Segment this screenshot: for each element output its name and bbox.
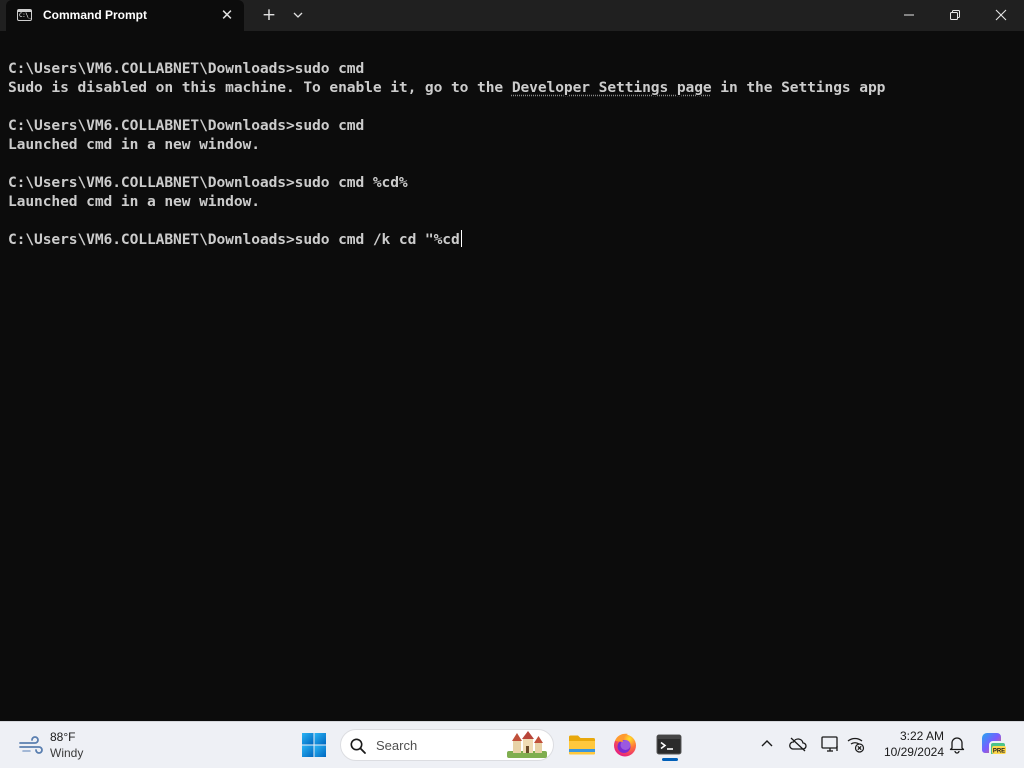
title-bar[interactable]: C:\_ Command Prompt ✕ + (0, 0, 1024, 31)
file-explorer-icon (569, 735, 595, 755)
terminal-line: Launched cmd in a new window. (8, 136, 260, 153)
weather-widget[interactable]: 88°F Windy (14, 728, 124, 762)
terminal-output[interactable]: C:\Users\VM6.COLLABNET\Downloads>sudo cm… (0, 31, 1024, 721)
firefox-button[interactable] (608, 728, 642, 762)
active-app-indicator (662, 758, 678, 761)
firefox-icon (614, 733, 636, 757)
terminal-icon (656, 734, 682, 755)
search-box[interactable]: Search (340, 729, 554, 761)
text-cursor (460, 230, 462, 247)
file-explorer-button[interactable] (565, 728, 599, 762)
close-button[interactable] (978, 0, 1024, 31)
start-button[interactable] (297, 728, 331, 762)
minimize-icon (904, 14, 914, 16)
chevron-down-icon[interactable] (288, 5, 308, 25)
search-highlight-castle-icon (507, 731, 547, 758)
restore-icon (950, 10, 960, 20)
terminal-line: C:\Users\VM6.COLLABNET\Downloads>sudo cm… (8, 117, 365, 134)
tab-close-icon[interactable]: ✕ (218, 6, 236, 24)
windows-start-icon (302, 733, 326, 757)
weather-temperature: 88°F (50, 730, 76, 744)
terminal-line: Launched cmd in a new window. (8, 193, 260, 210)
restore-button[interactable] (932, 0, 978, 31)
new-tab-button[interactable]: + (258, 5, 280, 25)
terminal-input-line[interactable]: C:\Users\VM6.COLLABNET\Downloads>sudo cm… (8, 230, 462, 249)
search-label: Search (376, 738, 418, 753)
developer-settings-link[interactable]: Developer Settings page (512, 79, 712, 96)
search-icon (350, 738, 366, 754)
wind-icon (19, 736, 43, 754)
taskbar: 88°F Windy Search (0, 721, 1024, 768)
close-icon (995, 9, 1007, 21)
tab-title: Command Prompt (43, 8, 148, 22)
terminal-button[interactable] (652, 728, 686, 762)
minimize-button[interactable] (886, 0, 932, 31)
command-prompt-icon: C:\_ (17, 9, 32, 21)
command-prompt-window: C:\_ Command Prompt ✕ + C:\Users\VM6.COL… (0, 0, 1024, 721)
tab-command-prompt[interactable]: C:\_ Command Prompt ✕ (6, 0, 244, 31)
terminal-line: C:\Users\VM6.COLLABNET\Downloads>sudo cm… (8, 60, 365, 77)
weather-condition: Windy (50, 746, 84, 760)
terminal-line: C:\Users\VM6.COLLABNET\Downloads>sudo cm… (8, 174, 408, 191)
terminal-line: Sudo is disabled on this machine. To ena… (8, 79, 886, 96)
